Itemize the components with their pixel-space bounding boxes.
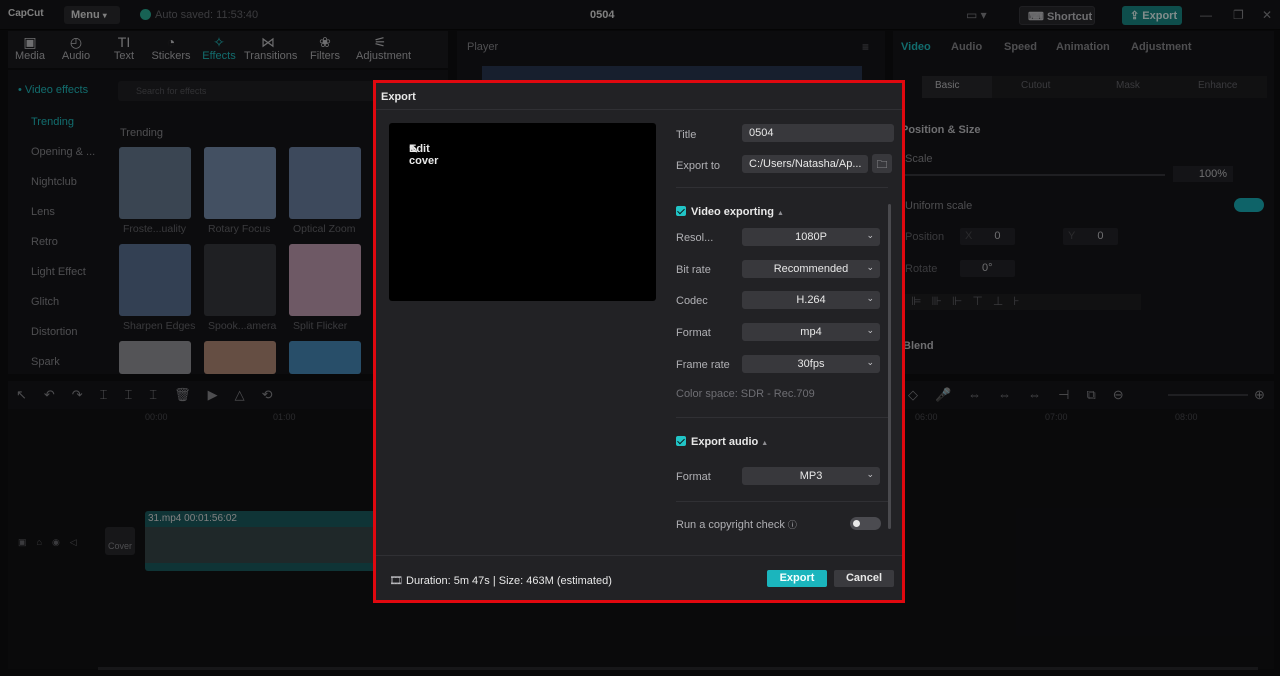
- checkbox-icon: [676, 436, 686, 446]
- bitrate-select[interactable]: Recommended ⌄: [742, 260, 880, 278]
- bitrate-value: Recommended: [773, 263, 849, 275]
- resolution-select[interactable]: 1080P ⌄: [742, 228, 880, 246]
- chevron-down-icon: ⌄: [866, 230, 874, 240]
- export-audio-label: Export audio: [691, 436, 759, 448]
- title-label: Title: [676, 129, 697, 141]
- color-space-text: Color space: SDR - Rec.709: [676, 388, 815, 400]
- copyright-check-label: Run a copyright check ⓘ: [676, 518, 797, 531]
- framerate-label: Frame rate: [676, 359, 730, 371]
- format-value: mp4: [800, 326, 822, 338]
- resolution-label: Resol...: [676, 232, 714, 244]
- video-exporting-label: Video exporting: [691, 206, 774, 218]
- chevron-down-icon: ⌄: [866, 357, 874, 367]
- info-icon[interactable]: ⓘ: [788, 520, 797, 530]
- copyright-check-text: Run a copyright check: [676, 519, 785, 531]
- resolution-value: 1080P: [795, 231, 827, 243]
- codec-value: H.264: [796, 294, 826, 306]
- audio-format-select[interactable]: MP3 ⌄: [742, 467, 880, 485]
- footer-divider: [376, 555, 902, 556]
- export-to-label: Export to: [676, 160, 721, 172]
- folder-icon[interactable]: 🗀: [872, 154, 892, 173]
- export-audio-checkbox[interactable]: Export audio ▲: [676, 436, 768, 448]
- chevron-up-icon: ▲: [761, 440, 769, 447]
- cover-preview[interactable]: ✎ Edit cover: [389, 123, 656, 301]
- title-divider: [376, 109, 902, 110]
- divider: [676, 417, 888, 418]
- chevron-down-icon: ⌄: [866, 293, 874, 303]
- chevron-down-icon: ⌄: [866, 262, 874, 272]
- chevron-up-icon: ▲: [776, 210, 784, 217]
- video-exporting-checkbox[interactable]: Video exporting ▲: [676, 206, 784, 218]
- codec-label: Codec: [676, 295, 708, 307]
- format-label: Format: [676, 327, 711, 339]
- title-input[interactable]: 0504: [742, 124, 894, 142]
- chevron-down-icon: ⌄: [866, 325, 874, 335]
- framerate-select[interactable]: 30fps ⌄: [742, 355, 880, 373]
- codec-select[interactable]: H.264 ⌄: [742, 291, 880, 309]
- export-path-input[interactable]: C:/Users/Natasha/Ap...: [742, 155, 868, 173]
- format-select[interactable]: mp4 ⌄: [742, 323, 880, 341]
- checkbox-icon: [676, 206, 686, 216]
- audio-format-label: Format: [676, 471, 711, 483]
- duration-size-info: 🎞 Duration: 5m 47s | Size: 463M (estimat…: [389, 574, 612, 587]
- bitrate-label: Bit rate: [676, 264, 711, 276]
- framerate-value: 30fps: [797, 358, 825, 370]
- chevron-down-icon: ⌄: [866, 469, 874, 479]
- duration-size-text: Duration: 5m 47s | Size: 463M (estimated…: [406, 575, 612, 587]
- edit-cover-label: Edit cover: [409, 143, 439, 167]
- divider: [676, 187, 888, 188]
- audio-format-value: MP3: [799, 470, 823, 482]
- divider: [676, 501, 888, 502]
- export-button[interactable]: Export: [767, 570, 827, 587]
- dialog-scrollbar[interactable]: [888, 204, 891, 529]
- dialog-title: Export: [381, 91, 416, 103]
- copyright-check-toggle[interactable]: [850, 517, 881, 530]
- export-dialog: Export ✎ Edit cover Title 0504 Export to…: [373, 80, 905, 603]
- film-icon: 🎞: [389, 575, 407, 587]
- cancel-button[interactable]: Cancel: [834, 570, 894, 587]
